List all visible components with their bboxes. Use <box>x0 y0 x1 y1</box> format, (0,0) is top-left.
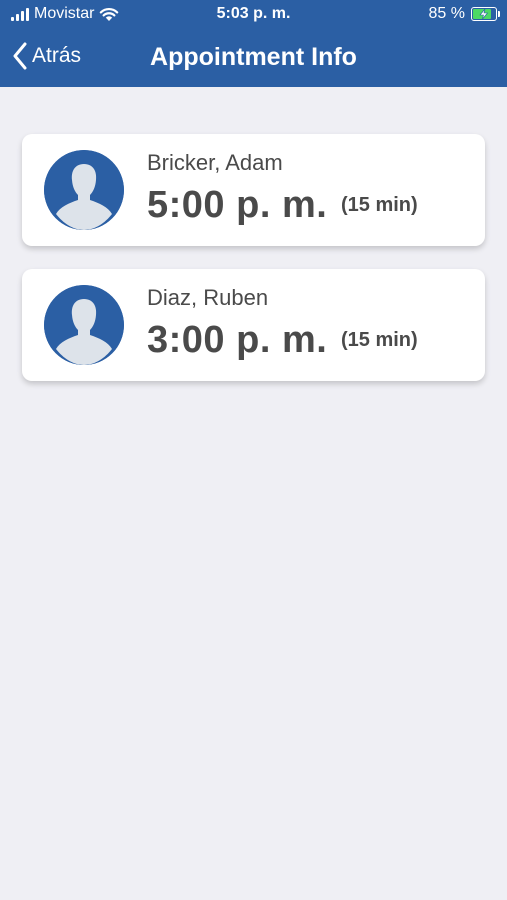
app-header: Movistar 5:03 p. m. 85 % Atrás Appointme… <box>0 0 507 87</box>
appointment-card[interactable]: Diaz, Ruben 3:00 p. m. (15 min) <box>22 269 485 381</box>
patient-name: Bricker, Adam <box>147 150 283 175</box>
appointment-time: 5:00 p. m. <box>147 184 328 226</box>
appointment-duration: (15 min) <box>341 194 418 216</box>
status-bar: Movistar 5:03 p. m. 85 % <box>0 0 507 30</box>
nav-bar: Atrás Appointment Info <box>0 30 507 87</box>
status-right: 85 % <box>428 5 500 23</box>
page-title: Appointment Info <box>150 43 357 71</box>
charging-bolt-icon <box>479 8 489 20</box>
avatar <box>44 150 124 230</box>
appointment-card[interactable]: Bricker, Adam 5:00 p. m. (15 min) <box>22 134 485 246</box>
person-icon <box>44 150 124 230</box>
battery-percent: 85 % <box>428 5 465 22</box>
battery-icon <box>471 7 500 21</box>
person-icon <box>44 285 124 365</box>
avatar <box>44 285 124 365</box>
patient-name: Diaz, Ruben <box>147 285 269 310</box>
appointment-time: 3:00 p. m. <box>147 319 328 361</box>
appointment-duration: (15 min) <box>341 329 418 351</box>
